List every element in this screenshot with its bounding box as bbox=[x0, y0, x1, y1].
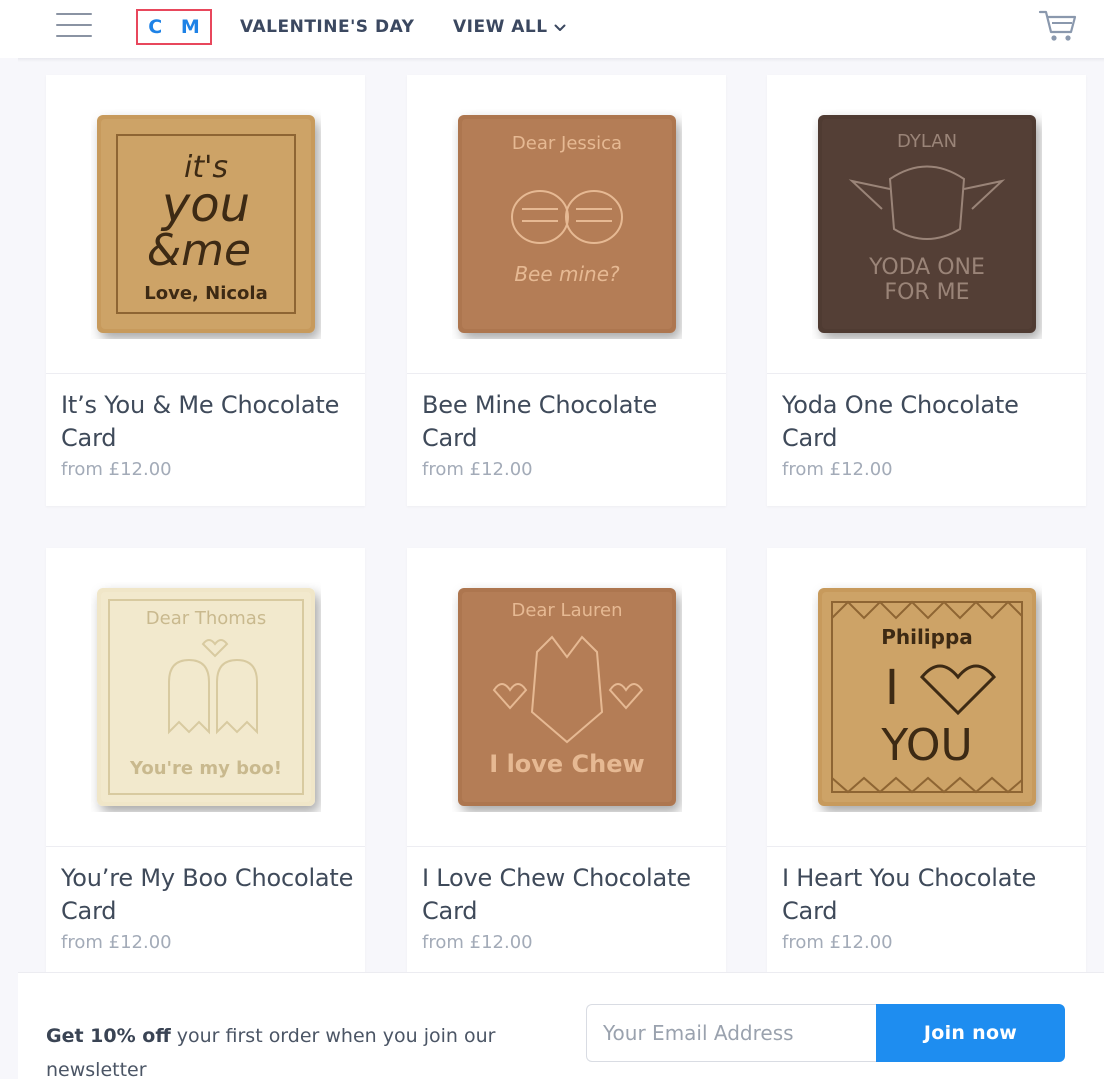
product-title[interactable]: Bee Mine Chocolate Card bbox=[422, 389, 717, 455]
svg-text:Philippa: Philippa bbox=[881, 625, 973, 649]
svg-text:I love Chew: I love Chew bbox=[489, 750, 644, 778]
email-input[interactable] bbox=[586, 1004, 878, 1062]
product-card-5[interactable]: Dear Lauren I love Chew I Love Chew Choco… bbox=[407, 548, 726, 972]
product-image[interactable]: Dear Lauren I love Chew bbox=[407, 548, 726, 847]
top-header: C M VALENTINE'S DAY VIEW ALL bbox=[0, 0, 1104, 58]
shopping-cart-icon[interactable] bbox=[1038, 8, 1078, 44]
product-image[interactable]: DYLAN YODA ONE FOR ME bbox=[767, 75, 1086, 374]
svg-text:You're my boo!: You're my boo! bbox=[128, 758, 281, 779]
product-image[interactable]: it's you &me Love, Nicola bbox=[46, 75, 365, 374]
header-shadow bbox=[18, 58, 1104, 62]
product-title[interactable]: I Heart You Chocolate Card bbox=[782, 862, 1077, 928]
product-title[interactable]: Yoda One Chocolate Card bbox=[782, 389, 1077, 455]
product-title[interactable]: I Love Chew Chocolate Card bbox=[422, 862, 717, 928]
chocolate-card-image: it'syou&meLove, Nicola bbox=[96, 115, 315, 333]
svg-text:I: I bbox=[884, 660, 898, 716]
svg-text:&me: &me bbox=[146, 225, 250, 276]
product-card-1[interactable]: it's you &me Love, Nicola It’s You & Me Cho… bbox=[46, 75, 365, 506]
product-price: from £12.00 bbox=[61, 932, 172, 953]
svg-text:YODA ONE: YODA ONE bbox=[868, 255, 985, 280]
chocolate-card-image: Dear Thomas You're my boo! bbox=[96, 588, 315, 806]
product-title[interactable]: It’s You & Me Chocolate Card bbox=[61, 389, 356, 455]
product-card-4[interactable]: Dear Thomas You're my boo! You’re My Boo … bbox=[46, 548, 365, 972]
svg-text:Dear Thomas: Dear Thomas bbox=[145, 608, 265, 629]
newsletter-bar: Get 10% off your first order when you jo… bbox=[18, 972, 1104, 1079]
chevron-down-icon bbox=[554, 24, 566, 31]
chocolate-card-image: Dear Lauren I love Chew bbox=[457, 588, 676, 806]
chocolate-card-image: Philippa IYOU bbox=[817, 588, 1036, 806]
chocolate-card-image: Dear Jessica Bee mine? bbox=[457, 115, 676, 333]
nav-valentines-day[interactable]: VALENTINE'S DAY bbox=[240, 17, 414, 37]
product-price: from £12.00 bbox=[61, 459, 172, 480]
svg-text:YOU: YOU bbox=[880, 720, 972, 771]
newsletter-offer: Get 10% off bbox=[46, 1025, 171, 1047]
product-price: from £12.00 bbox=[422, 932, 533, 953]
product-price: from £12.00 bbox=[422, 459, 533, 480]
product-image[interactable]: Philippa I YOU bbox=[767, 548, 1086, 847]
product-price: from £12.00 bbox=[782, 459, 893, 480]
svg-text:Dear Lauren: Dear Lauren bbox=[511, 600, 622, 621]
newsletter-text: Get 10% off your first order when you jo… bbox=[46, 1019, 566, 1079]
product-image[interactable]: Dear Jessica Bee mine? bbox=[407, 75, 726, 374]
nav-view-all[interactable]: VIEW ALL bbox=[453, 17, 566, 37]
svg-text:Bee mine?: Bee mine? bbox=[514, 262, 620, 286]
product-price: from £12.00 bbox=[782, 932, 893, 953]
product-image[interactable]: Dear Thomas You're my boo! bbox=[46, 548, 365, 847]
product-card-6[interactable]: Philippa I YOU I Heart You Chocolate Card … bbox=[767, 548, 1086, 972]
product-card-2[interactable]: Dear Jessica Bee mine? Bee Mine Chocolate… bbox=[407, 75, 726, 506]
product-title[interactable]: You’re My Boo Chocolate Card bbox=[61, 862, 356, 928]
svg-text:FOR ME: FOR ME bbox=[884, 280, 969, 305]
site-logo[interactable]: C M bbox=[136, 9, 212, 45]
svg-text:Love, Nicola: Love, Nicola bbox=[144, 283, 267, 304]
join-now-button[interactable]: Join now bbox=[876, 1004, 1065, 1062]
nav-view-all-label: VIEW ALL bbox=[453, 17, 548, 37]
svg-text:DYLAN: DYLAN bbox=[896, 131, 956, 152]
svg-text:Dear Jessica: Dear Jessica bbox=[511, 133, 621, 154]
chocolate-card-image: DYLAN YODA ONEFOR ME bbox=[817, 115, 1036, 333]
product-card-3[interactable]: DYLAN YODA ONE FOR ME Yoda One Chocolate C… bbox=[767, 75, 1086, 506]
hamburger-menu-icon[interactable] bbox=[56, 12, 92, 40]
